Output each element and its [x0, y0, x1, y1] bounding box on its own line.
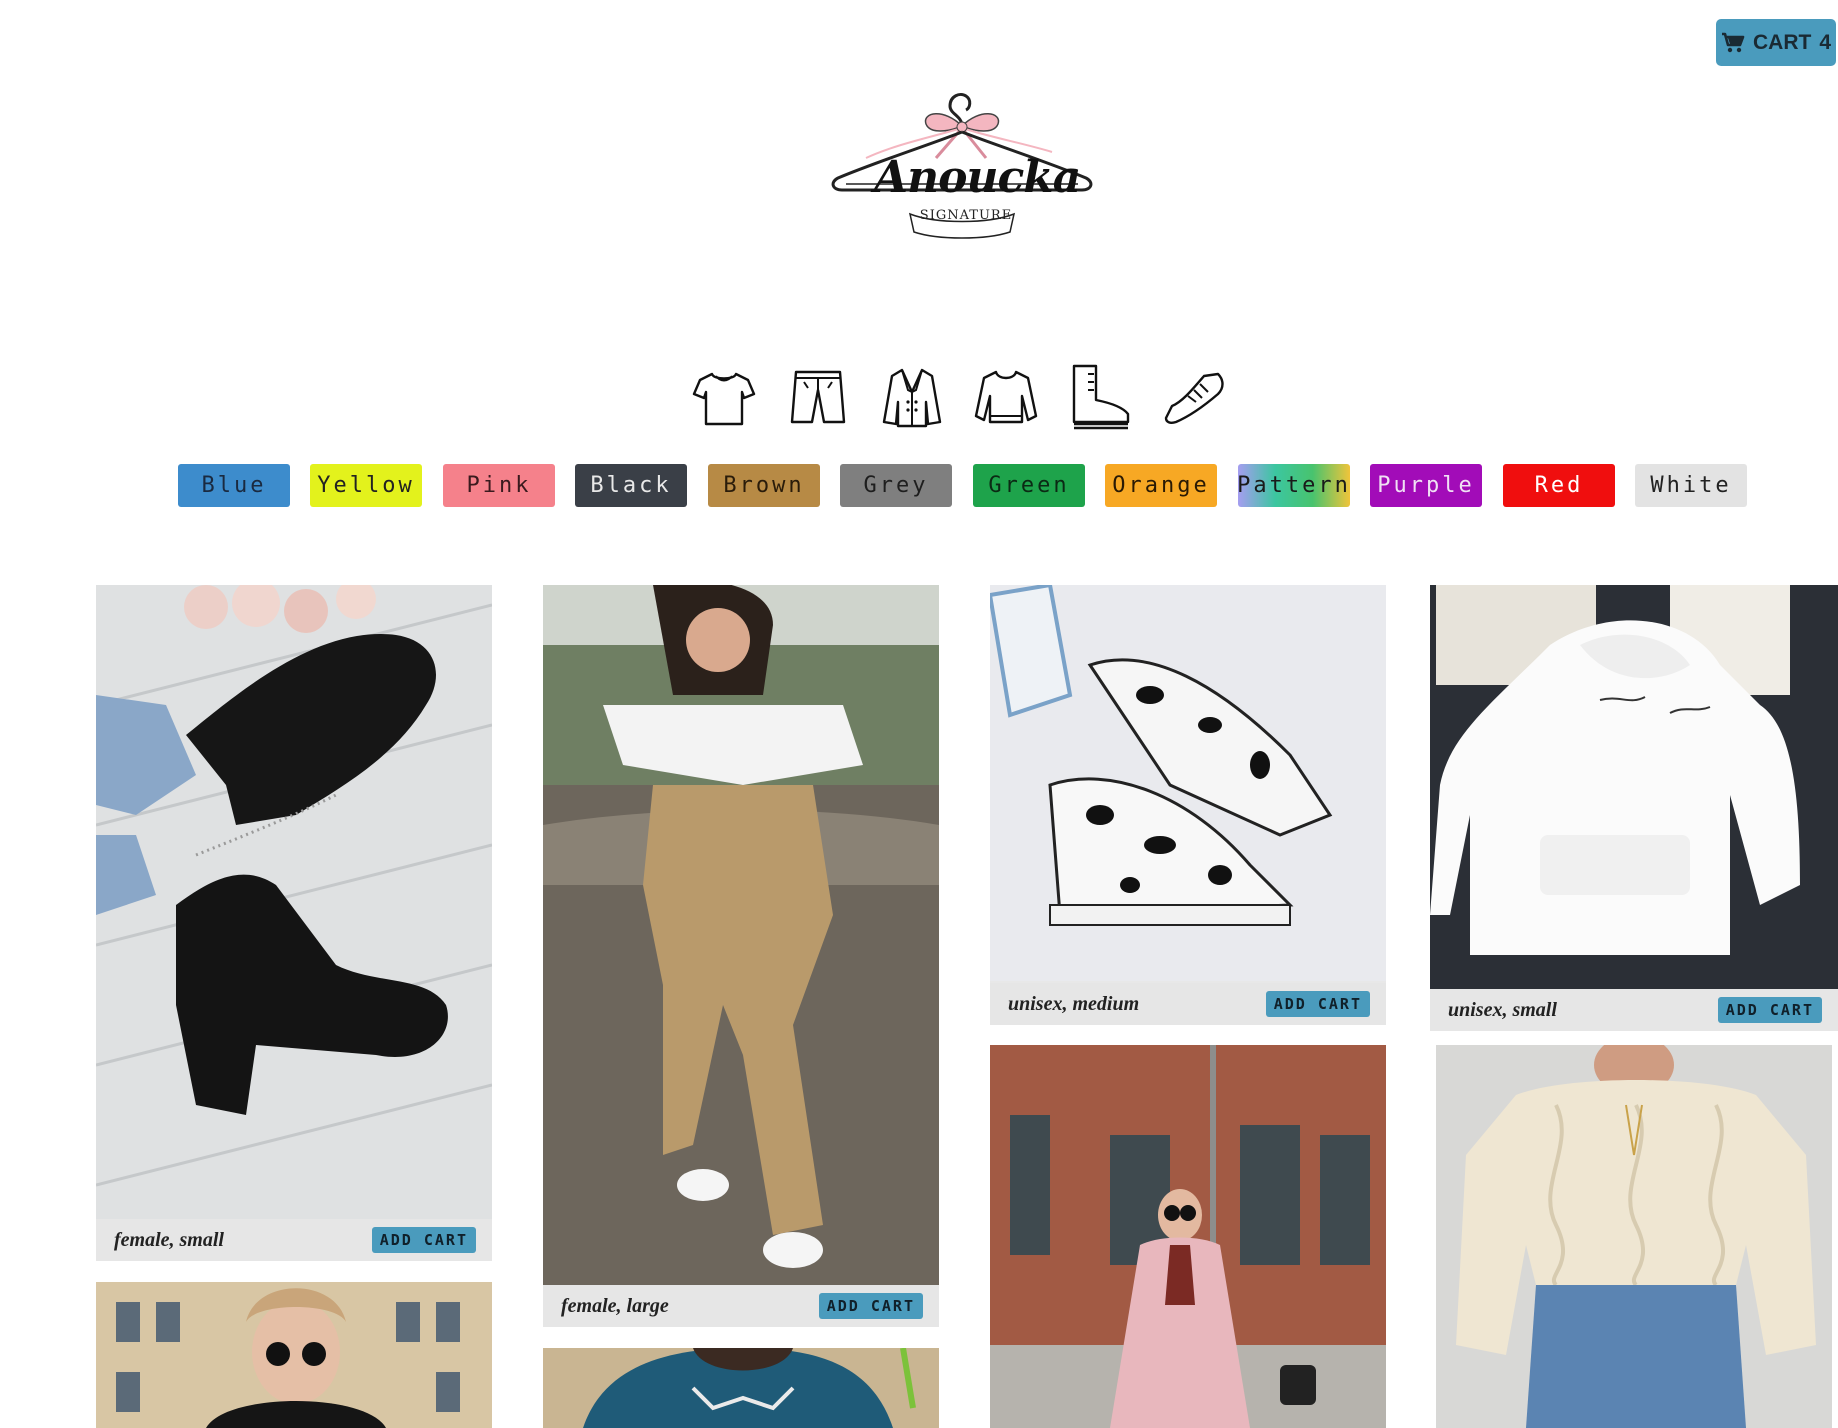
product-caption-bar: unisex, small ADD CART [1430, 989, 1838, 1031]
color-filter-green[interactable]: Green [973, 464, 1085, 507]
tshirt-icon[interactable] [690, 362, 758, 432]
color-filter-pink[interactable]: Pink [443, 464, 555, 507]
product-card[interactable]: female, small ADD CART [96, 585, 492, 1261]
product-caption-bar: female, large ADD CART [543, 1285, 939, 1327]
product-card[interactable]: female, large ADD CART [543, 585, 939, 1327]
khaki-cargo-pants-photo [543, 585, 939, 1285]
product-caption: unisex, small [1448, 998, 1557, 1021]
cream-knit-sweater-photo [1436, 1045, 1832, 1428]
shorts-icon[interactable] [784, 362, 852, 432]
product-card[interactable] [543, 1348, 939, 1428]
white-hoodie-photo [1430, 585, 1838, 989]
boot-icon[interactable] [1066, 362, 1134, 432]
product-card[interactable]: unisex, small ADD CART [1430, 585, 1838, 1031]
color-filter-grey[interactable]: Grey [840, 464, 952, 507]
color-filter-pattern[interactable]: Pattern [1237, 464, 1350, 507]
color-filter-yellow[interactable]: Yellow [310, 464, 422, 507]
cow-print-sneakers-photo [990, 585, 1386, 981]
color-filter-brown[interactable]: Brown [708, 464, 820, 507]
product-caption-bar: female, small ADD CART [96, 1219, 492, 1261]
cart-label: CART [1752, 30, 1812, 54]
cart-button[interactable]: CART 4 [1716, 19, 1836, 66]
add-cart-button[interactable]: ADD CART [1717, 997, 1822, 1023]
product-card[interactable]: unisex, medium ADD CART [990, 585, 1386, 1025]
woman-sunglasses-street-photo [96, 1282, 492, 1428]
product-card[interactable] [990, 1045, 1386, 1428]
product-caption: female, large [561, 1294, 669, 1317]
color-filter-blue[interactable]: Blue [178, 464, 290, 507]
color-filter-black[interactable]: Black [575, 464, 687, 507]
logo-subtext: SIGNATURE [919, 208, 1013, 223]
jacket-icon[interactable] [878, 362, 946, 432]
color-filter-orange[interactable]: Orange [1105, 464, 1217, 507]
color-filter-red[interactable]: Red [1503, 464, 1615, 507]
black-chelsea-boots-photo [96, 585, 492, 1219]
product-caption: unisex, medium [1008, 992, 1140, 1015]
cart-icon [1721, 32, 1745, 52]
product-card[interactable] [1436, 1045, 1832, 1428]
color-filter-purple[interactable]: Purple [1370, 464, 1482, 507]
teal-sweatshirt-photo [543, 1348, 939, 1428]
product-caption: female, small [114, 1228, 224, 1251]
add-cart-button[interactable]: ADD CART [371, 1227, 476, 1253]
product-caption-bar: unisex, medium ADD CART [990, 983, 1386, 1025]
pink-coat-street-photo [990, 1045, 1386, 1428]
cart-count: 4 [1819, 30, 1831, 54]
brand-logo[interactable]: Anoucka SIGNATURE [826, 66, 1098, 246]
logo-wordmark: Anoucka [874, 152, 1081, 203]
product-card[interactable] [96, 1282, 492, 1428]
add-cart-button[interactable]: ADD CART [818, 1293, 923, 1319]
color-filter-white[interactable]: White [1635, 464, 1747, 507]
sneaker-icon[interactable] [1160, 362, 1228, 432]
add-cart-button[interactable]: ADD CART [1265, 991, 1370, 1017]
sweater-icon[interactable] [972, 362, 1040, 432]
